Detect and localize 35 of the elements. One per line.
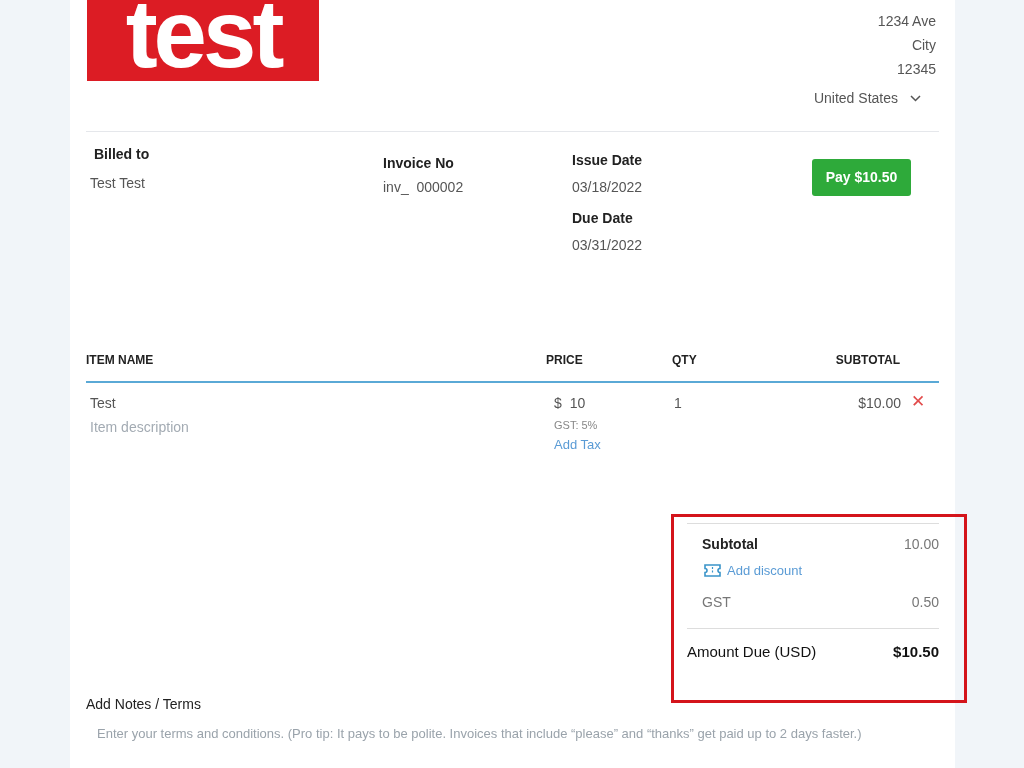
chevron-down-icon xyxy=(910,95,921,102)
price-value[interactable]: 10 xyxy=(569,393,586,415)
currency-symbol: $ xyxy=(554,394,562,413)
column-header: ITEM NAME xyxy=(86,352,155,369)
billed-to-label: Billed to xyxy=(94,145,151,164)
address-line: 12345 xyxy=(897,60,936,79)
qty-value[interactable]: 1 xyxy=(662,393,762,415)
tax-label: GST: 5% xyxy=(553,418,599,433)
column-header: SUBTOTAL xyxy=(835,352,900,369)
item-name[interactable]: Test xyxy=(90,393,546,415)
column-header: QTY xyxy=(671,352,698,369)
address-line: 1234 Ave xyxy=(877,12,936,31)
invoice-no-value[interactable]: inv_ 000002 xyxy=(383,177,572,198)
tax-amount: 0.50 xyxy=(911,593,939,612)
notes-label: Add Notes / Terms xyxy=(86,694,202,714)
column-header: PRICE xyxy=(546,352,584,369)
issue-date-label: Issue Date xyxy=(572,151,644,170)
due-date-label: Due Date xyxy=(572,209,634,228)
amount-due-label: Amount Due (USD) xyxy=(687,642,817,662)
amount-due-value: $10.50 xyxy=(893,642,939,662)
billed-to-value[interactable]: Test Test xyxy=(90,173,383,194)
subtotal-label: Subtotal xyxy=(702,534,758,554)
tax-label: GST xyxy=(702,593,731,612)
subtotal-amount: 10.00 xyxy=(903,534,939,554)
invoice-no-label: Invoice No xyxy=(383,154,455,173)
ticket-icon xyxy=(704,563,721,577)
country-dropdown[interactable]: United States xyxy=(813,88,921,109)
logo: test xyxy=(87,0,319,81)
due-date-value[interactable]: 03/31/2022 xyxy=(572,235,812,256)
remove-item-button[interactable]: ✕ xyxy=(911,393,925,411)
notes-field[interactable]: Enter your terms and conditions. (Pro tip: It pays to be polite. Invoices that include “please” and “thanks” get paid up to 2 days faster.) xyxy=(86,722,939,745)
subtotal-value: $10.00 xyxy=(858,394,901,413)
item-description-field[interactable]: Item description xyxy=(90,415,390,439)
address-line: City xyxy=(911,36,936,55)
issue-date-value[interactable]: 03/18/2022 xyxy=(572,177,812,198)
